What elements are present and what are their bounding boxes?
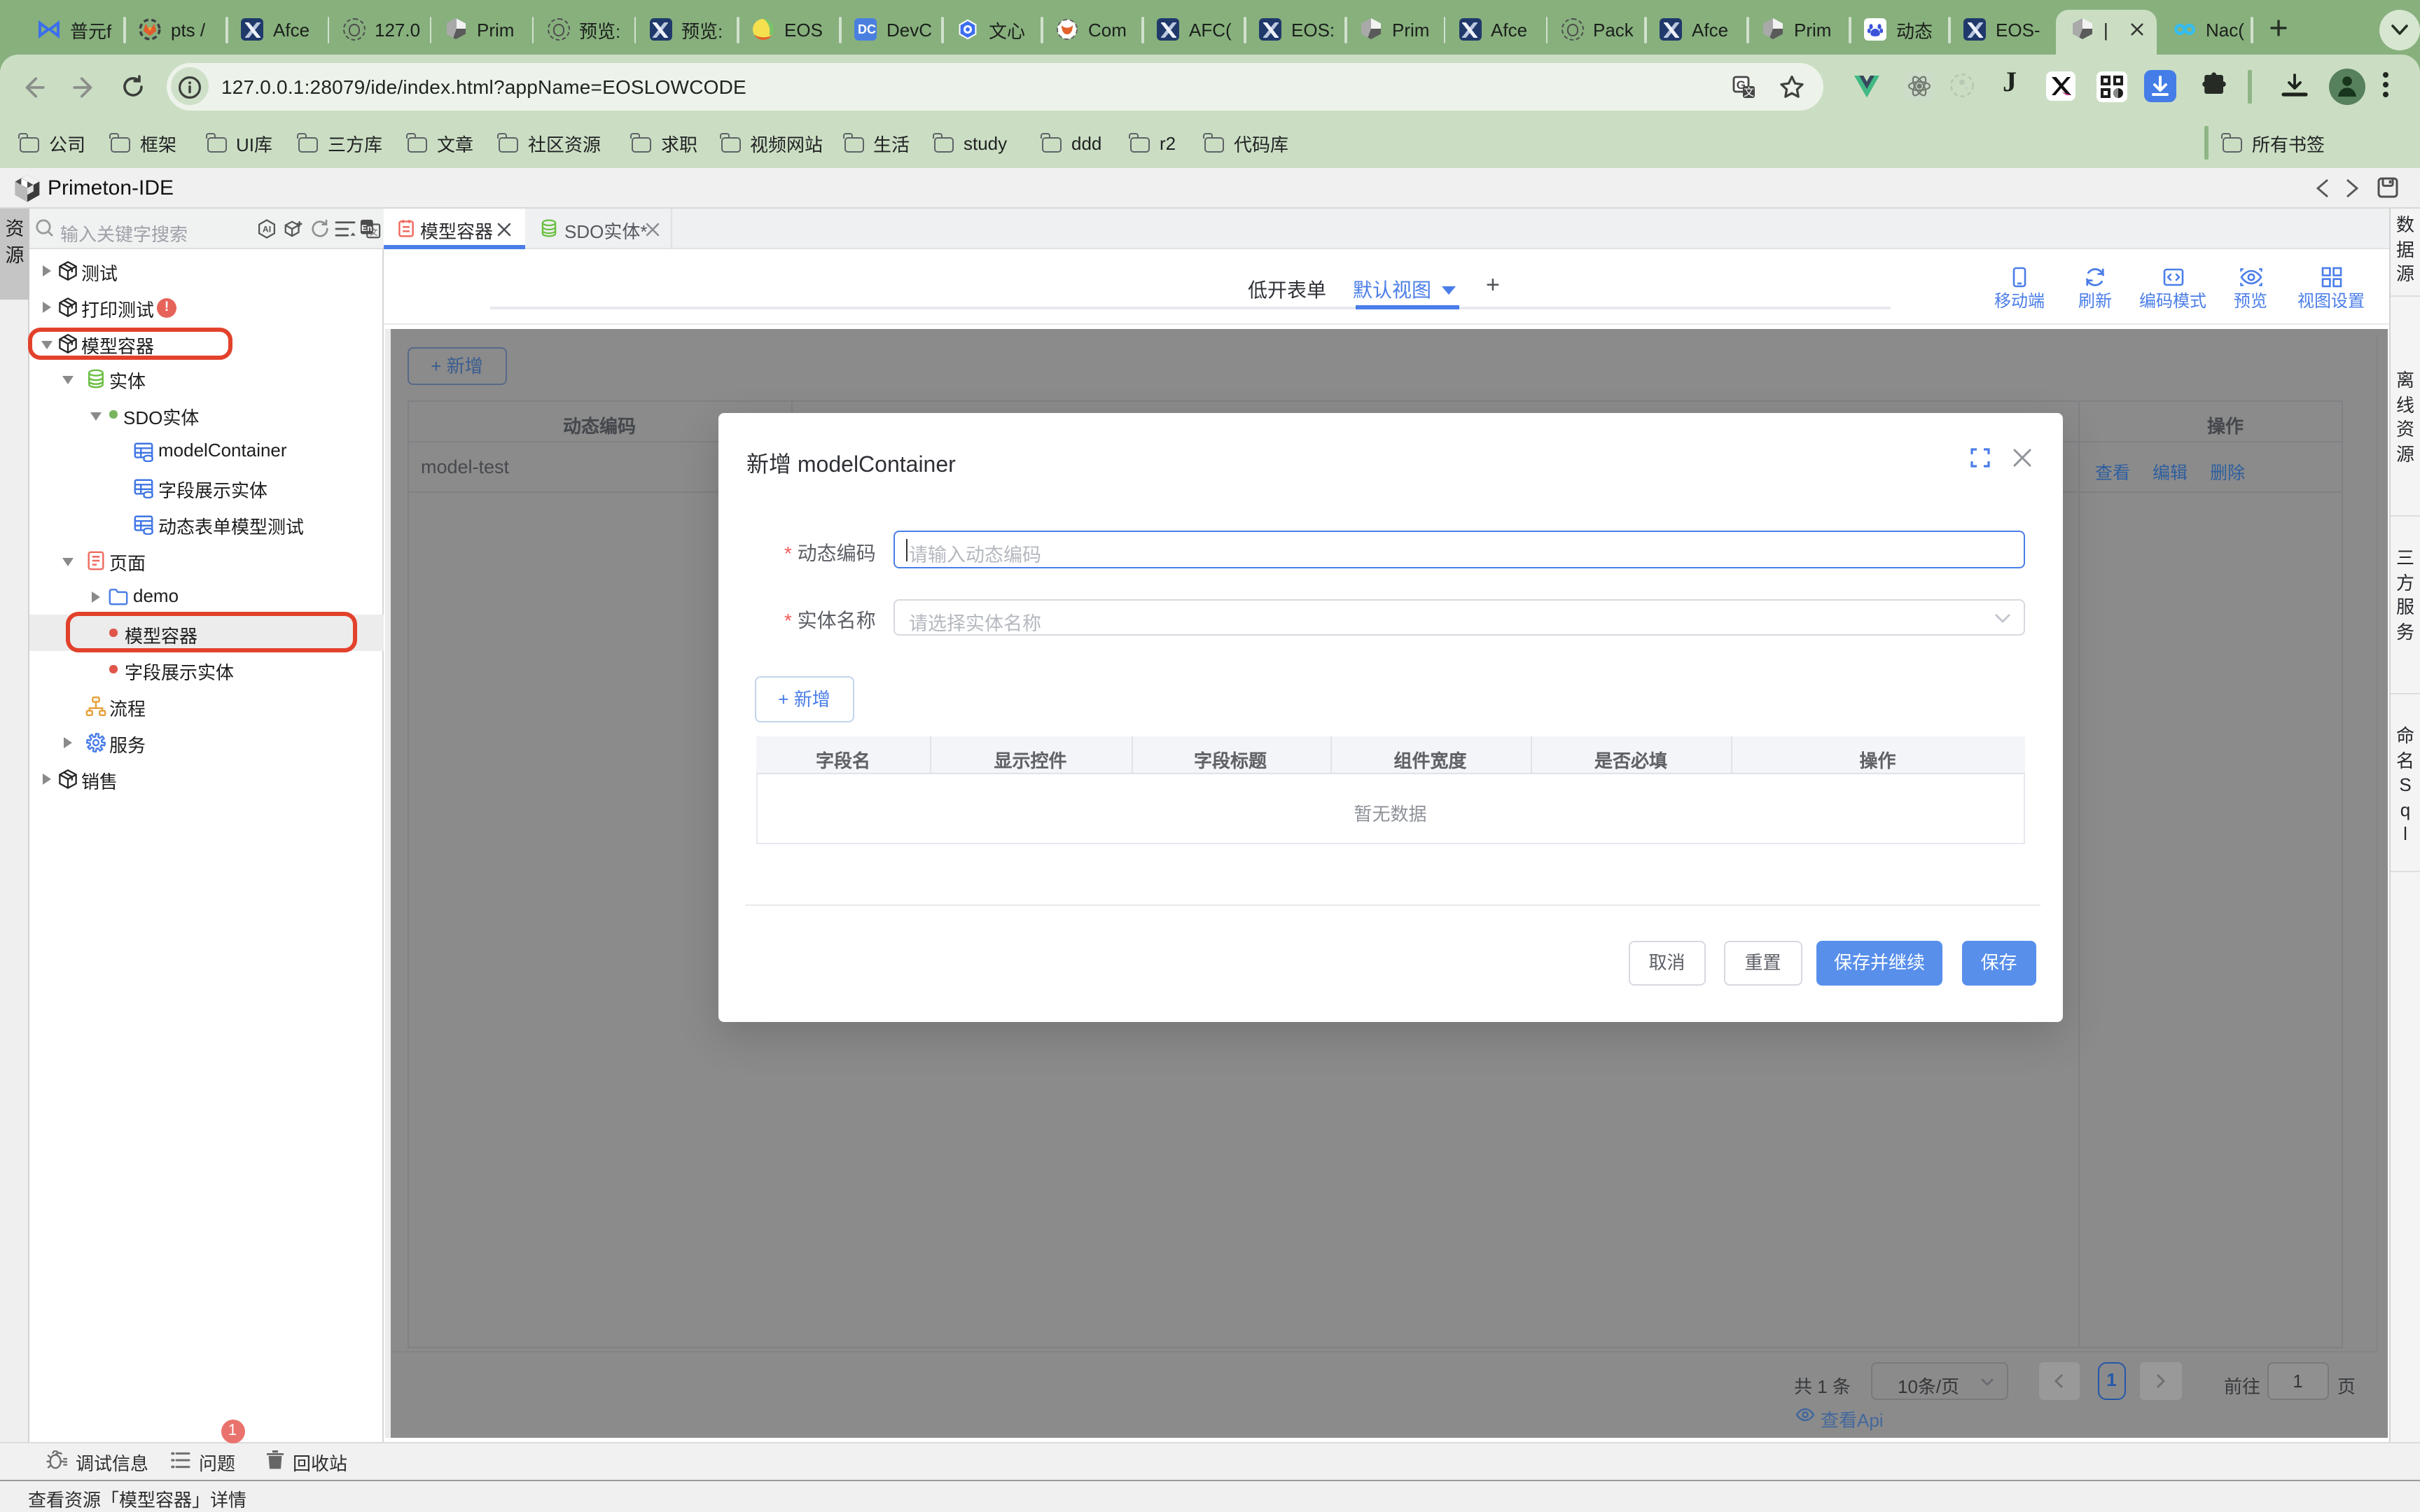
svg-text:AI: AI <box>263 225 271 234</box>
svg-text:文: 文 <box>1744 86 1754 98</box>
svg-text:En: En <box>361 223 372 233</box>
